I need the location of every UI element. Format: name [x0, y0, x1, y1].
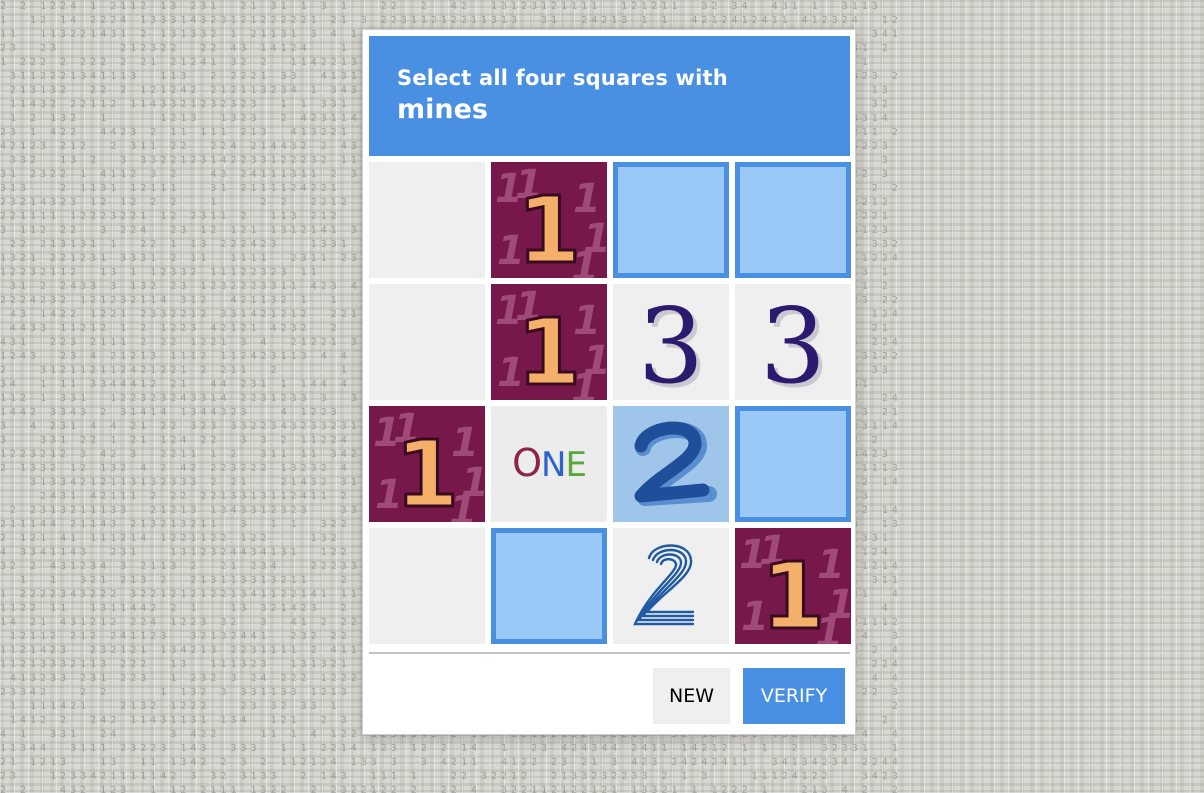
tile-r2-c2[interactable]: 11 11 11 1: [491, 284, 607, 400]
svg-text:1: 1: [395, 421, 459, 522]
word-one-n: N: [541, 445, 565, 485]
verify-button[interactable]: VERIFY: [743, 668, 845, 724]
new-button[interactable]: NEW: [653, 668, 730, 724]
number-one-icon: 11 11 11 1: [739, 528, 851, 644]
number-three-icon: 3 3: [638, 285, 708, 400]
tile-r3-c3[interactable]: [613, 406, 729, 522]
word-one-icon: ONE: [512, 441, 587, 485]
svg-text:3: 3: [760, 285, 826, 400]
number-one-icon: 11 11 11 1: [495, 162, 607, 278]
tile-r2-c3[interactable]: 3 3: [613, 284, 729, 400]
tile-r1-c4[interactable]: [735, 162, 851, 278]
word-one-e: E: [565, 445, 585, 485]
tile-r3-c2[interactable]: ONE: [491, 406, 607, 522]
captcha-header: Select all four squares with mines: [369, 36, 850, 156]
svg-text:1: 1: [761, 543, 825, 644]
number-two-icon: [634, 421, 717, 506]
tile-r1-c3[interactable]: [613, 162, 729, 278]
footer-divider: [369, 652, 850, 654]
number-two-icon: [633, 544, 695, 626]
tile-r2-c1[interactable]: [369, 284, 485, 400]
prompt-instruction: Select all four squares with: [397, 66, 728, 90]
number-one-icon: 11 11 11 1: [495, 284, 607, 400]
tile-r4-c4[interactable]: 11 11 11 1: [735, 528, 851, 644]
tile-grid: 11 11 11 1 11 11 11 1 3: [369, 162, 851, 644]
number-three-icon: 3 3: [760, 285, 830, 400]
svg-text:3: 3: [638, 285, 704, 400]
word-one-o: O: [512, 441, 541, 485]
tile-r2-c4[interactable]: 3 3: [735, 284, 851, 400]
tile-r1-c2[interactable]: 11 11 11 1: [491, 162, 607, 278]
svg-text:ONE: ONE: [512, 441, 586, 485]
tile-r1-c1[interactable]: [369, 162, 485, 278]
tile-r4-c3[interactable]: [613, 528, 729, 644]
prompt-target: mines: [397, 94, 488, 125]
tile-r4-c2[interactable]: [491, 528, 607, 644]
tile-r3-c4[interactable]: [735, 406, 851, 522]
captcha-dialog: Select all four squares with mines 11 11…: [362, 29, 856, 735]
svg-text:1: 1: [517, 177, 581, 278]
number-one-icon: 11 11 11 1: [373, 406, 485, 522]
tile-r4-c1[interactable]: [369, 528, 485, 644]
svg-text:1: 1: [517, 299, 581, 400]
tile-r3-c1[interactable]: 11 11 11 1: [369, 406, 485, 522]
